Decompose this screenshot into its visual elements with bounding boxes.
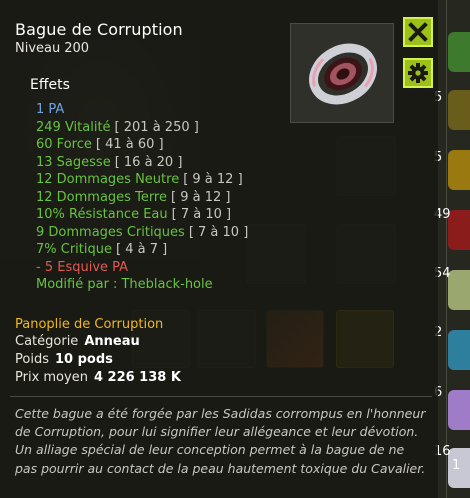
- inventory-item[interactable]: [448, 210, 470, 250]
- effect-range: [ 7 à 10 ]: [188, 224, 249, 240]
- item-image-frame: [290, 23, 394, 123]
- level-value: 200: [64, 41, 90, 56]
- stack-count: 1: [452, 458, 461, 473]
- ring-icon: [309, 43, 377, 105]
- effect-value: 10% Résistance Eau: [36, 207, 168, 222]
- effect-line: 1 PA: [36, 101, 248, 119]
- effect-value: 9 Dommages Critiques: [36, 224, 185, 240]
- level-label: Niveau: [15, 41, 61, 56]
- effects-list: 1 PA 249 Vitalité[ 201 à 250 ] 60 Force[…: [36, 101, 248, 294]
- item-level: Niveau 200: [15, 41, 89, 56]
- category-label: Catégorie: [15, 334, 79, 349]
- effect-value: 12 Dommages Neutre: [36, 172, 180, 187]
- modified-by-line: Modifié par : Theblack-hole: [36, 276, 248, 294]
- item-description: Cette bague a été forgée par les Sadidas…: [15, 406, 426, 476]
- price-value: 4 226 138 K: [93, 370, 181, 385]
- close-button[interactable]: [403, 17, 433, 47]
- inventory-item[interactable]: [448, 330, 470, 370]
- inventory-item[interactable]: [448, 150, 470, 190]
- effect-line: 7% Critique [ 4 à 7 ]: [36, 241, 248, 259]
- effect-line: 249 Vitalité[ 201 à 250 ]: [36, 119, 248, 137]
- effect-value: 1 PA: [36, 102, 65, 117]
- effect-value: 13 Sagesse: [36, 154, 111, 170]
- close-icon: [408, 22, 428, 42]
- item-title: Bague de Corruption: [15, 20, 183, 39]
- effect-line: - 5 Esquive PA: [36, 259, 248, 277]
- effect-range: [ 41 à 60 ]: [95, 137, 164, 152]
- inventory-item[interactable]: [448, 90, 470, 130]
- effect-range: [ 201 à 250 ]: [114, 119, 199, 135]
- item-tooltip: Bague de Corruption Niveau 200 Effets 1 …: [0, 0, 438, 498]
- effect-value: 7% Critique: [36, 242, 112, 257]
- effect-value: - 5 Esquive PA: [36, 259, 129, 275]
- effect-line: 60 Force[ 41 à 60 ]: [36, 136, 248, 154]
- settings-button[interactable]: [403, 58, 433, 88]
- inventory-item[interactable]: [448, 270, 470, 310]
- effect-value: 249 Vitalité: [36, 119, 111, 135]
- divider: [10, 396, 432, 397]
- effects-heading: Effets: [30, 77, 70, 93]
- category-value: Anneau: [84, 334, 140, 349]
- effect-range: [ 9 à 12 ]: [171, 189, 231, 205]
- weight-row: Poids 10 pods: [15, 352, 113, 367]
- modified-by-name: Theblack-hole: [121, 277, 213, 292]
- inventory-divider: [446, 0, 447, 498]
- weight-value: 10 pods: [54, 352, 113, 367]
- effect-line: 12 Dommages Neutre[ 9 à 12 ]: [36, 171, 248, 189]
- effect-line: 13 Sagesse[ 16 à 20 ]: [36, 154, 248, 172]
- effect-value: 60 Force: [36, 137, 92, 152]
- effect-range: [ 9 à 12 ]: [183, 172, 243, 187]
- effect-range: [ 4 à 7 ]: [116, 242, 168, 257]
- effect-line: 12 Dommages Terre[ 9 à 12 ]: [36, 189, 248, 207]
- inventory-item[interactable]: [448, 390, 470, 430]
- category-row: Catégorie Anneau: [15, 334, 140, 349]
- modified-by-label: Modifié par :: [36, 277, 118, 292]
- gear-icon: [408, 63, 428, 83]
- price-label: Prix moyen: [15, 370, 88, 385]
- effect-value: 12 Dommages Terre: [36, 189, 167, 205]
- inventory-item[interactable]: [448, 32, 470, 72]
- effect-line: 9 Dommages Critiques[ 7 à 10 ]: [36, 224, 248, 242]
- effect-range: [ 7 à 10 ]: [171, 207, 232, 222]
- weight-label: Poids: [15, 352, 49, 367]
- effect-line: 10% Résistance Eau[ 7 à 10 ]: [36, 206, 248, 224]
- set-name-link[interactable]: Panoplie de Corruption: [15, 317, 163, 332]
- price-row: Prix moyen 4 226 138 K: [15, 370, 181, 385]
- effect-range: [ 16 à 20 ]: [114, 154, 183, 170]
